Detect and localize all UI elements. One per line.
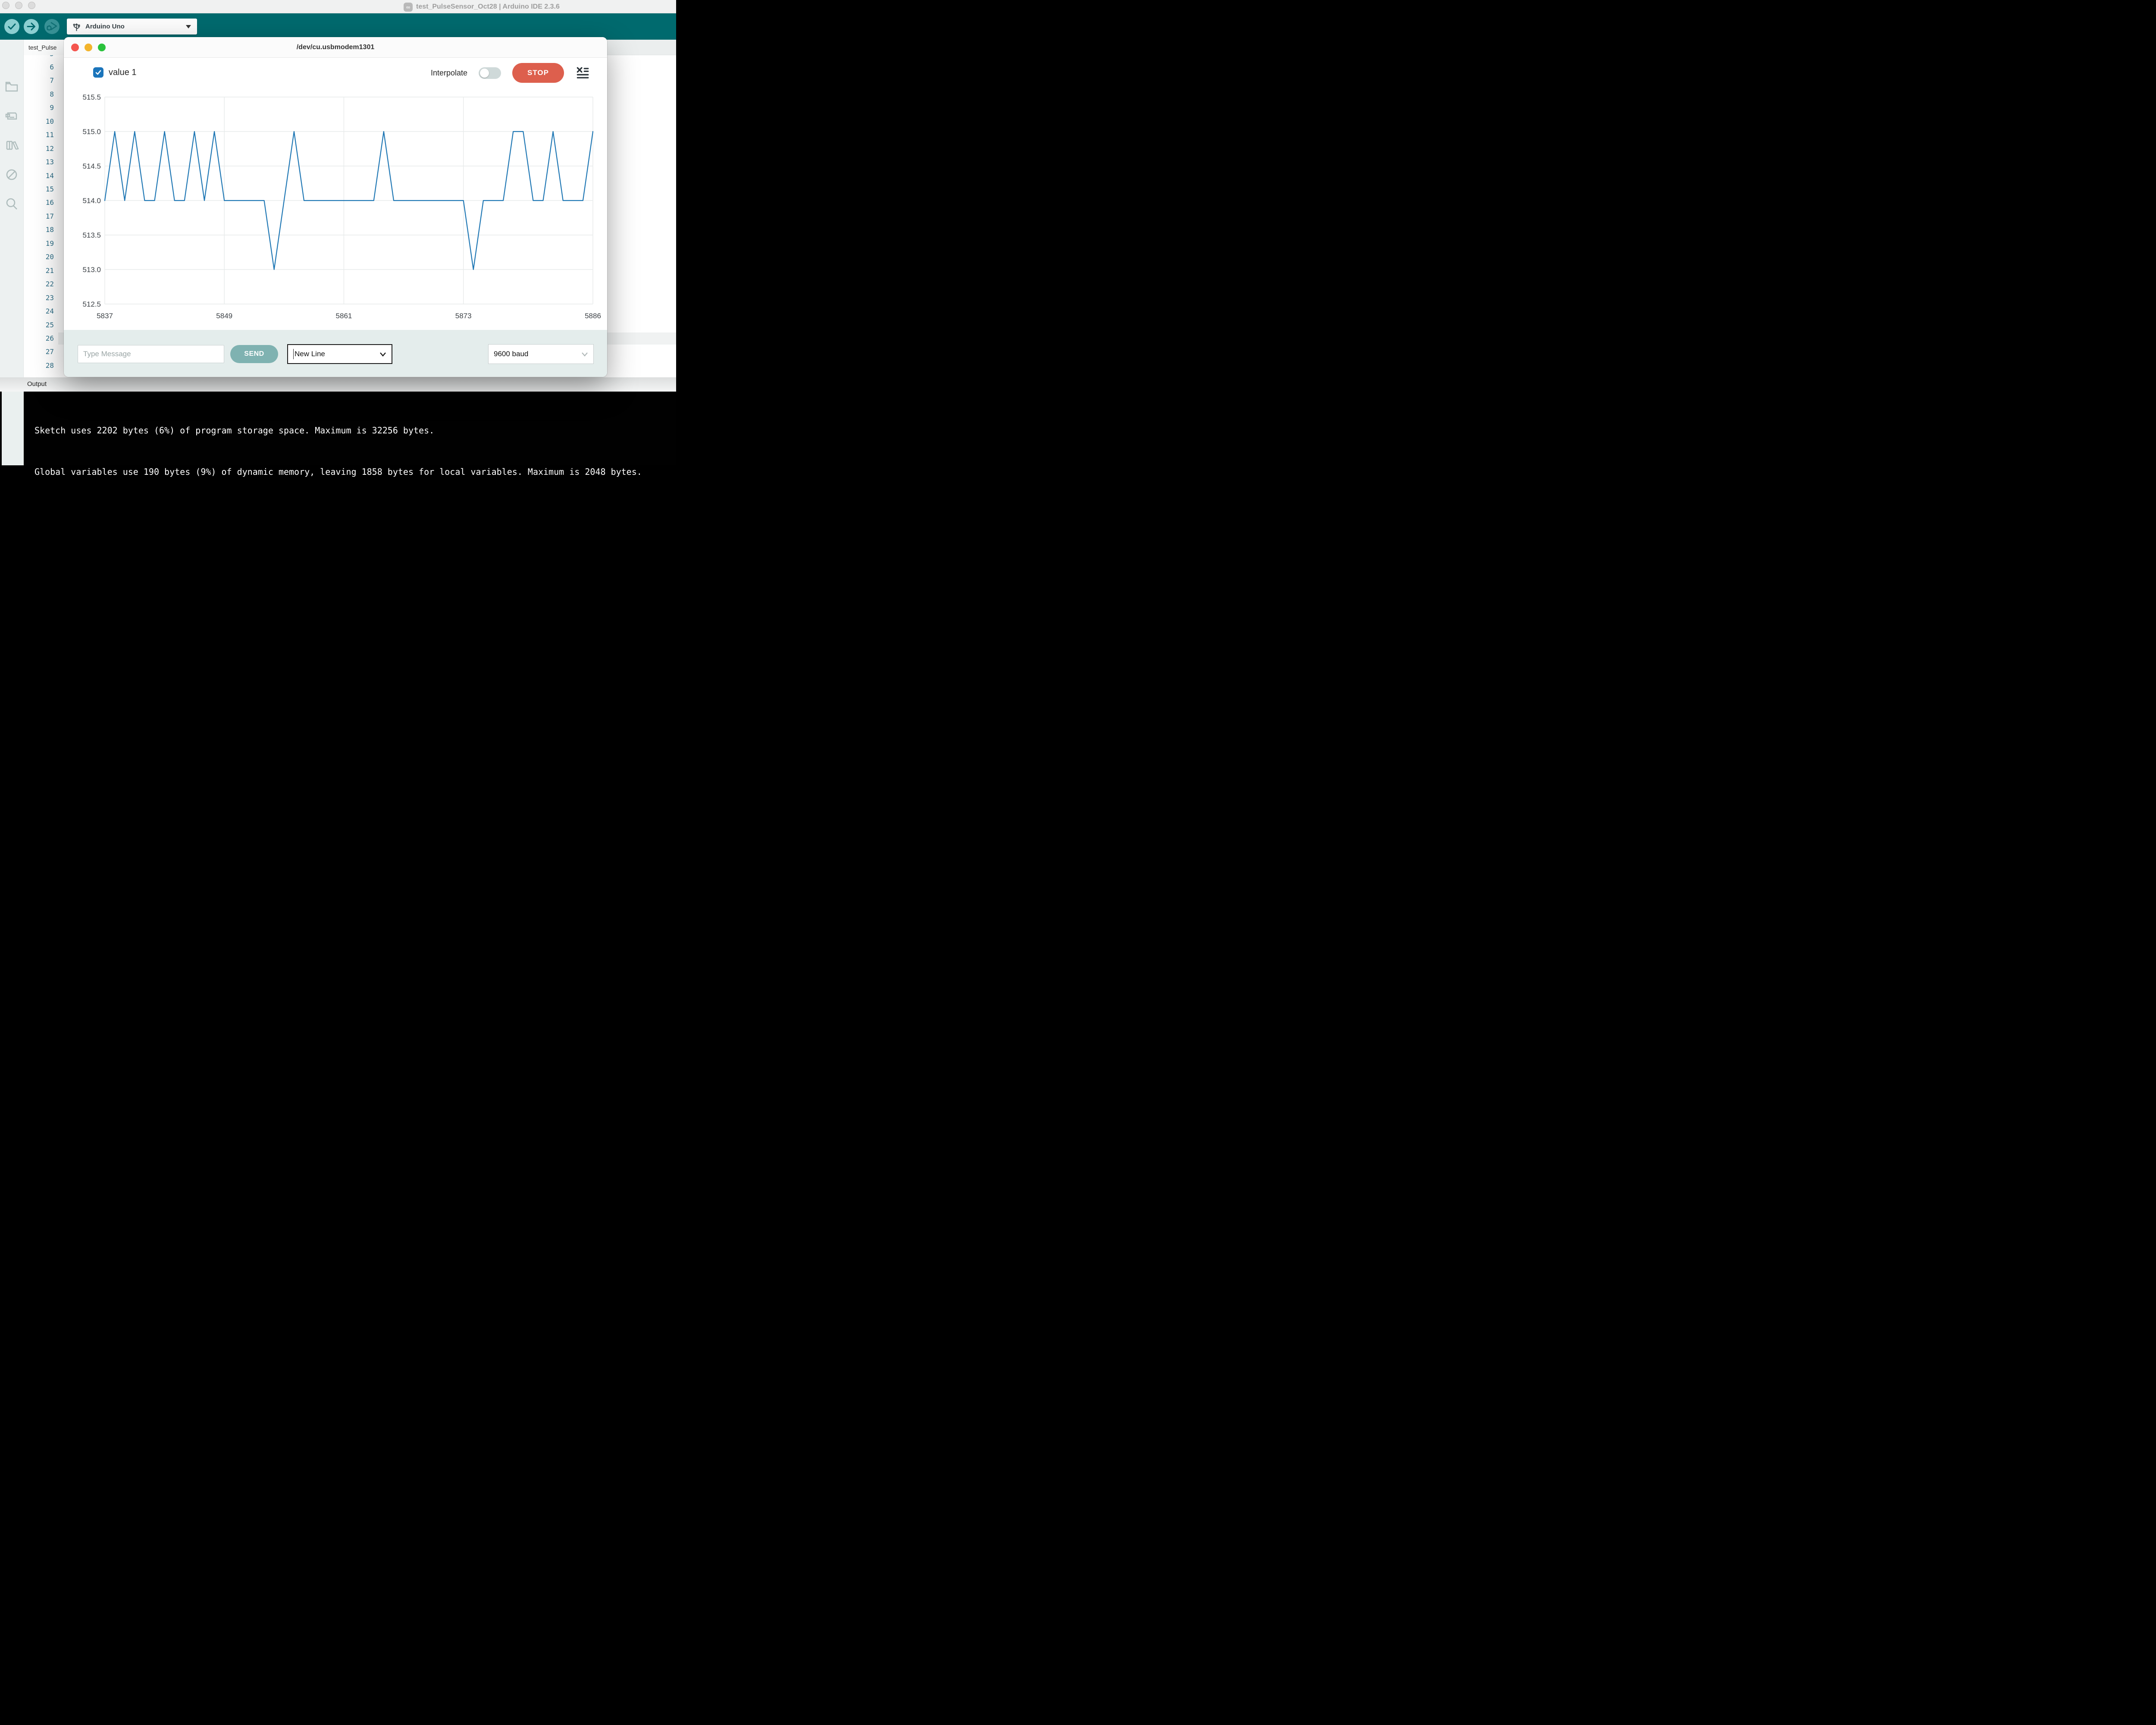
svg-text:512.5: 512.5: [82, 300, 101, 308]
svg-text:5873: 5873: [455, 312, 472, 320]
svg-text:515.5: 515.5: [82, 93, 101, 101]
check-icon: [4, 19, 19, 34]
line-number: 20: [28, 250, 54, 263]
svg-text:514.5: 514.5: [82, 162, 101, 170]
line-number: 11: [28, 128, 54, 141]
line-number: 16: [28, 196, 54, 209]
board-port-selector[interactable]: Arduino Uno: [67, 19, 197, 34]
line-number: 6: [28, 60, 54, 74]
svg-text:515.0: 515.0: [82, 128, 101, 136]
svg-text:5837: 5837: [97, 312, 113, 320]
console-line: Global variables use 190 bytes (9%) of d…: [34, 465, 676, 479]
line-number: 18: [28, 223, 54, 236]
console-line: Sketch uses 2202 bytes (6%) of program s…: [34, 423, 676, 437]
plotter-controls: Interpolate STOP: [431, 63, 590, 83]
plotter-titlebar[interactable]: /dev/cu.usbmodem1301: [64, 37, 607, 58]
window-title: ∞ test_PulseSensor_Oct28 | Arduino IDE 2…: [404, 2, 560, 12]
line-number: 15: [28, 182, 54, 196]
serial-plotter-window: /dev/cu.usbmodem1301 value 1 Interpolate…: [64, 37, 607, 377]
ide-titlebar: ∞ test_PulseSensor_Oct28 | Arduino IDE 2…: [0, 0, 676, 13]
clear-list-icon[interactable]: [575, 66, 590, 80]
svg-text:513.5: 513.5: [82, 231, 101, 239]
line-number: 9: [28, 101, 54, 114]
sketchbook-folder-icon[interactable]: [3, 78, 20, 95]
check-icon: [95, 69, 102, 76]
console-left-gutter: [0, 392, 24, 465]
svg-text:5861: 5861: [336, 312, 352, 320]
legend-label: value 1: [109, 68, 137, 78]
chevron-down-icon: [379, 352, 386, 357]
toggle-knob: [480, 69, 489, 78]
line-number: 28: [28, 359, 54, 372]
line-ending-select[interactable]: New Line: [287, 344, 392, 364]
legend-item-value1[interactable]: value 1: [93, 67, 137, 78]
svg-text:513.0: 513.0: [82, 266, 101, 274]
activity-sidebar: [0, 40, 24, 392]
stop-button[interactable]: STOP: [512, 63, 564, 83]
plotter-bottom-bar: SEND New Line 9600 baud: [64, 330, 607, 377]
arduino-ide-screen: 5678910111213141516171819202122232425262…: [0, 0, 676, 465]
interpolate-label: Interpolate: [431, 69, 467, 78]
line-number: 23: [28, 291, 54, 304]
debug-play-icon: [44, 19, 60, 34]
line-number: 10: [28, 115, 54, 128]
start-debugging-button[interactable]: [44, 19, 60, 34]
plot-chart[interactable]: 512.5 513.0 513.5 514.0 514.5 515.0 515.5 5837 5…: [64, 85, 607, 365]
line-number: 21: [28, 264, 54, 277]
svg-text:514.0: 514.0: [82, 197, 101, 205]
line-number: 8: [28, 88, 54, 101]
main-toolbar: Arduino Uno: [0, 13, 676, 40]
text-cursor: [293, 349, 294, 359]
line-number: 19: [28, 237, 54, 250]
line-number: 13: [28, 155, 54, 169]
line-number: 24: [28, 304, 54, 318]
line-number: 26: [28, 332, 54, 345]
plotter-title: /dev/cu.usbmodem1301: [64, 37, 607, 58]
search-icon[interactable]: [3, 196, 20, 212]
line-ending-value: New Line: [293, 349, 379, 359]
message-input[interactable]: [78, 345, 224, 363]
window-zoom-button[interactable]: [28, 2, 35, 9]
window-title-text: test_PulseSensor_Oct28 | Arduino IDE 2.3…: [416, 3, 560, 11]
debug-icon[interactable]: [3, 166, 20, 183]
interpolate-toggle[interactable]: [479, 67, 501, 79]
line-number: 14: [28, 169, 54, 182]
line-number: 27: [28, 345, 54, 358]
library-manager-icon[interactable]: [3, 137, 20, 154]
line-number: 17: [28, 210, 54, 223]
line-number: 7: [28, 74, 54, 87]
send-button[interactable]: SEND: [230, 345, 278, 363]
chevron-down-icon: [581, 352, 588, 357]
value1-checkbox[interactable]: [93, 67, 103, 78]
line-number: 12: [28, 142, 54, 155]
window-minimize-button[interactable]: [15, 2, 22, 9]
console-left-edge: [0, 392, 2, 465]
baud-rate-value: 9600 baud: [494, 350, 581, 358]
chevron-down-icon: [186, 25, 191, 28]
output-panel-header: Output: [0, 377, 676, 392]
line-number-gutter: 5678910111213141516171819202122232425262…: [24, 40, 58, 377]
tab-label: test_Pulse: [28, 44, 56, 51]
baud-rate-select[interactable]: 9600 baud: [488, 344, 594, 364]
verify-button[interactable]: [4, 19, 19, 34]
svg-text:5886: 5886: [585, 312, 601, 320]
upload-button[interactable]: [24, 19, 39, 34]
board-selector-label: Arduino Uno: [85, 23, 181, 30]
output-panel-title: Output: [27, 380, 47, 388]
line-number: 22: [28, 277, 54, 291]
boards-manager-icon[interactable]: [3, 108, 20, 124]
right-arrow-icon: [24, 19, 39, 34]
output-console[interactable]: Sketch uses 2202 bytes (6%) of program s…: [24, 392, 676, 465]
line-number: 25: [28, 318, 54, 332]
svg-text:5849: 5849: [216, 312, 232, 320]
usb-icon: [73, 22, 80, 31]
window-close-button[interactable]: [2, 2, 9, 9]
arduino-logo-icon: ∞: [404, 3, 413, 12]
